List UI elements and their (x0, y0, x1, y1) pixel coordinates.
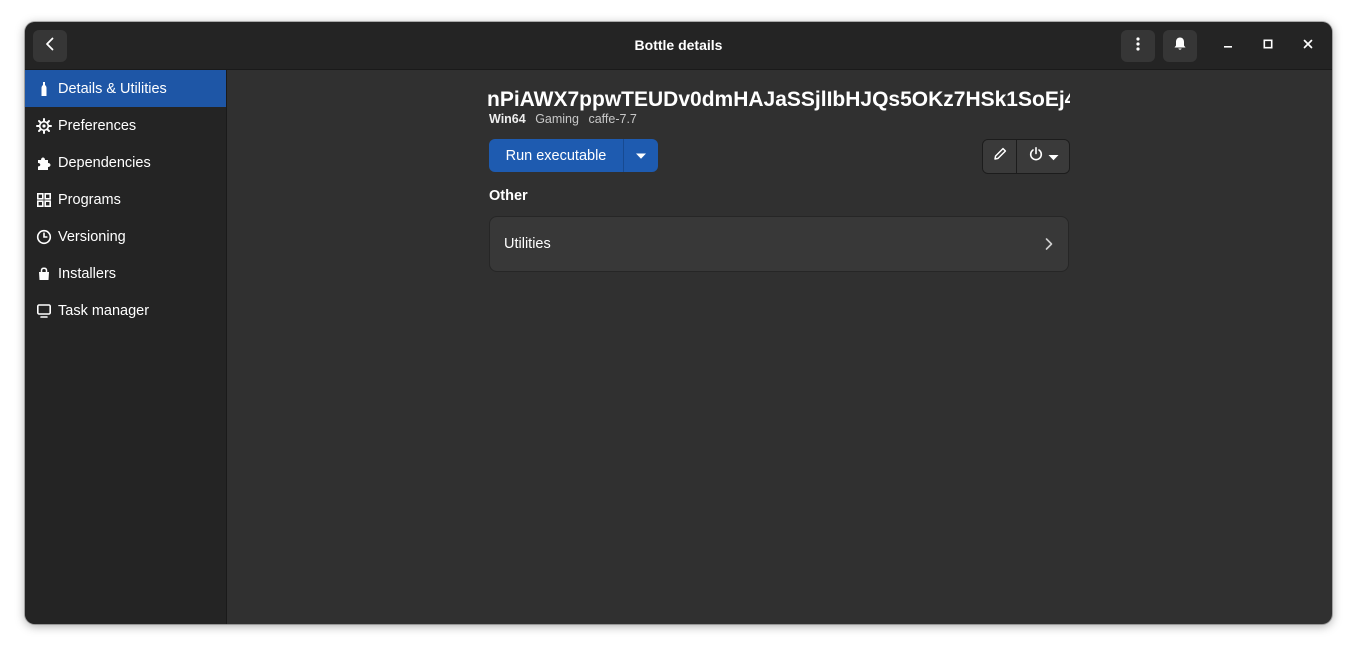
caret-down-icon (1048, 148, 1059, 166)
puzzle-icon (35, 154, 53, 172)
sidebar-item-label: Programs (58, 191, 121, 208)
bottle-actions-group (982, 139, 1070, 174)
header-bar: Bottle details (25, 22, 1332, 70)
rename-button[interactable] (983, 140, 1017, 173)
sidebar-item-label: Task manager (58, 302, 150, 319)
close-icon (1302, 37, 1314, 55)
app-window: Bottle details Details & Utilities Prefe… (25, 22, 1332, 624)
main-menu-button[interactable] (1121, 30, 1155, 62)
bottle-meta: Win64 Gaming caffe-7.7 (489, 112, 643, 126)
bottle-environment: Gaming (535, 112, 579, 126)
minimize-icon (1222, 37, 1234, 55)
utilities-row-label: Utilities (504, 236, 551, 252)
shopping-bag-icon (35, 265, 53, 283)
sidebar-item-label: Versioning (58, 228, 126, 245)
sidebar-item-label: Details & Utilities (58, 80, 167, 97)
chevron-right-icon (1044, 237, 1054, 251)
monitor-icon (35, 302, 53, 320)
details-content: nPiAWX7ppwTEUDv0dmHAJaSSjlIbHJQs5OKz7HSk… (227, 70, 1332, 624)
caret-down-icon (635, 147, 647, 165)
sidebar-item-programs[interactable]: Programs (25, 181, 226, 218)
grid-icon (35, 191, 53, 209)
vertical-dots-icon (1130, 36, 1146, 57)
bottle-runner: caffe-7.7 (588, 112, 637, 126)
utilities-row[interactable]: Utilities (489, 216, 1069, 272)
run-executable-button[interactable]: Run executable (489, 139, 623, 172)
power-icon (1028, 146, 1044, 167)
bottle-arch: Win64 (489, 112, 526, 126)
sidebar-item-preferences[interactable]: Preferences (25, 107, 226, 144)
sidebar: Details & Utilities Preferences Dependen… (25, 70, 227, 624)
sidebar-item-details-utilities[interactable]: Details & Utilities (25, 70, 226, 107)
sidebar-item-installers[interactable]: Installers (25, 255, 226, 292)
maximize-button[interactable] (1256, 34, 1280, 58)
sidebar-item-dependencies[interactable]: Dependencies (25, 144, 226, 181)
pencil-icon (992, 146, 1008, 167)
sidebar-item-label: Installers (58, 265, 117, 282)
section-title-other: Other (489, 188, 528, 204)
close-button[interactable] (1296, 34, 1320, 58)
bottle-name: nPiAWX7ppwTEUDv0dmHAJaSSjlIbHJQs5OKz7HSk… (487, 88, 1070, 111)
run-executable-split-button: Run executable (489, 139, 658, 172)
bottle-icon (35, 80, 53, 98)
maximize-icon (1262, 37, 1274, 55)
notifications-button[interactable] (1163, 30, 1197, 62)
sidebar-item-label: Preferences (58, 117, 137, 134)
run-options-dropdown-button[interactable] (623, 139, 658, 172)
bell-icon (1172, 36, 1188, 57)
sidebar-item-task-manager[interactable]: Task manager (25, 292, 226, 329)
clock-icon (35, 228, 53, 246)
gear-icon (35, 117, 53, 135)
sidebar-item-versioning[interactable]: Versioning (25, 218, 226, 255)
sidebar-item-label: Dependencies (58, 154, 151, 171)
power-menu-button[interactable] (1017, 140, 1069, 173)
minimize-button[interactable] (1216, 34, 1240, 58)
